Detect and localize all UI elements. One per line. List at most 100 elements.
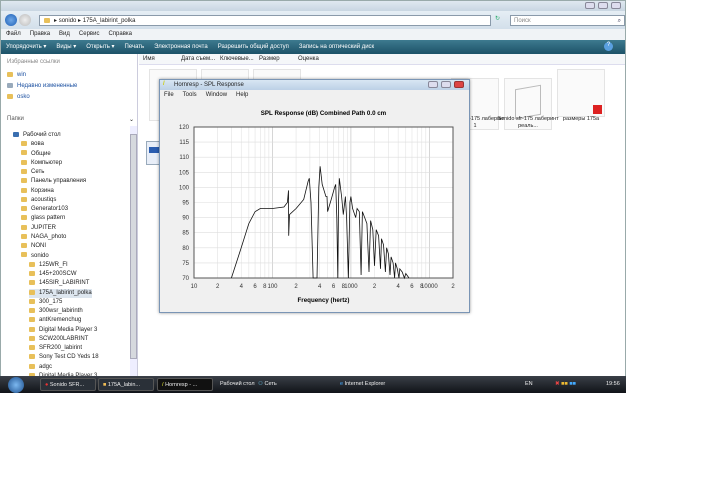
folders-header[interactable]: Папки bbox=[7, 116, 24, 122]
folder-icon bbox=[29, 317, 35, 323]
tree-item-label: Sony Test CD Yeds 18 bbox=[39, 354, 99, 361]
tree-item[interactable]: NAGA_photo bbox=[21, 233, 66, 242]
breadcrumb-sonido[interactable]: sonido bbox=[59, 18, 77, 24]
menu-edit[interactable]: Правка bbox=[30, 31, 50, 37]
tree-item[interactable]: Корзина bbox=[21, 187, 54, 196]
tree-item[interactable]: adgc bbox=[29, 363, 52, 372]
tree-item[interactable]: 300wsr_labirinth bbox=[29, 307, 83, 316]
col-name[interactable]: Имя bbox=[143, 56, 155, 62]
y-tick-label: 80 bbox=[182, 246, 189, 252]
refresh-icon[interactable]: ↻ bbox=[495, 15, 500, 22]
search-input[interactable]: Поиск ⌕ bbox=[510, 15, 625, 26]
hornresp-title: Hornresp - SPL Response bbox=[174, 82, 244, 88]
file-thumbnail-pdf[interactable] bbox=[557, 69, 605, 117]
back-button[interactable] bbox=[5, 14, 17, 26]
tree-item[interactable]: Digital Media Player 3 bbox=[29, 326, 97, 335]
favorite-recent[interactable]: Недавно измененные bbox=[7, 82, 77, 91]
language-indicator[interactable]: EN bbox=[525, 381, 533, 387]
tree-item[interactable]: acoustiqs bbox=[21, 196, 56, 205]
task-hornresp[interactable]: / Hornresp - ... bbox=[157, 378, 213, 391]
task-folder[interactable]: ■ 175A_labin... bbox=[98, 378, 154, 391]
favorite-osko[interactable]: osko bbox=[7, 93, 30, 102]
quick-ie[interactable]: e Internet Explorer bbox=[340, 381, 385, 387]
tree-item[interactable]: 145+200SCW bbox=[29, 270, 77, 279]
menu-view[interactable]: Вид bbox=[59, 31, 70, 37]
address-input[interactable]: ▸ sonido ▸ 175A_labirint_polka bbox=[39, 15, 491, 26]
quick-desktop[interactable]: Рабочий стол bbox=[220, 381, 255, 387]
menu-bar: Файл Правка Вид Сервис Справка bbox=[1, 29, 625, 40]
tree-item[interactable]: glass pattern bbox=[21, 214, 65, 223]
folder-icon bbox=[21, 169, 27, 174]
start-button[interactable] bbox=[8, 377, 24, 393]
menu-help[interactable]: Help bbox=[236, 92, 248, 98]
x-tick-label: 2 bbox=[294, 284, 298, 290]
clock[interactable]: 19:56 bbox=[606, 381, 620, 387]
tree-item[interactable]: SCW200LABRINT bbox=[29, 335, 88, 344]
views-button[interactable]: Виды ▾ bbox=[56, 44, 76, 50]
menu-file[interactable]: Файл bbox=[6, 31, 21, 37]
quick-network[interactable]: ⚇ Сеть bbox=[258, 381, 277, 387]
col-tags[interactable]: Ключевые... bbox=[220, 56, 254, 62]
share-button[interactable]: Разрешить общий доступ bbox=[218, 44, 289, 50]
tree-item[interactable]: 300_175 bbox=[29, 298, 62, 307]
menu-tools[interactable]: Tools bbox=[183, 92, 197, 98]
tree-item-label: antKremenchug bbox=[39, 317, 82, 324]
tree-scrollbar[interactable] bbox=[130, 126, 137, 376]
tree-item[interactable]: antKremenchug bbox=[29, 316, 81, 325]
tree-item[interactable]: sonido bbox=[21, 252, 49, 261]
y-tick-label: 115 bbox=[179, 140, 189, 146]
menu-file[interactable]: File bbox=[164, 92, 174, 98]
tree-item[interactable]: SFR200_labirint bbox=[29, 344, 82, 353]
close-button[interactable] bbox=[454, 81, 464, 88]
x-tick-label: 6 bbox=[410, 284, 414, 290]
tree-item[interactable]: Панель управления bbox=[21, 177, 86, 186]
folder-icon bbox=[21, 150, 27, 156]
chart-title: SPL Response (dB) Combined Path 0.0 cm bbox=[261, 110, 387, 117]
open-button[interactable]: Открыть ▾ bbox=[86, 44, 114, 50]
tray-icons[interactable]: ✖ ■■ ■■ bbox=[555, 381, 576, 387]
tree-item[interactable]: JUPITER bbox=[21, 224, 56, 233]
maximize-button[interactable] bbox=[441, 81, 451, 88]
close-button[interactable] bbox=[611, 2, 621, 9]
burn-button[interactable]: Запись на оптический диск bbox=[299, 44, 374, 50]
search-placeholder: Поиск bbox=[514, 18, 531, 24]
tree-item[interactable]: 125WR_FI bbox=[29, 261, 68, 270]
breadcrumb-current[interactable]: 175A_labirint_polka bbox=[83, 18, 136, 24]
file-label[interactable]: размеры 175a bbox=[550, 116, 612, 123]
folder-icon bbox=[21, 178, 27, 184]
email-button[interactable]: Электронная почта bbox=[154, 44, 208, 50]
tree-item[interactable]: Generator103 bbox=[21, 205, 68, 214]
tree-item[interactable]: Общие bbox=[21, 150, 51, 159]
tree-item-label: 145+200SCW bbox=[39, 271, 77, 278]
x-tick-label: 2 bbox=[451, 284, 455, 290]
menu-help[interactable]: Справка bbox=[108, 31, 132, 37]
favorite-win[interactable]: win bbox=[7, 71, 26, 80]
forward-button[interactable] bbox=[19, 14, 31, 26]
col-date[interactable]: Дата съем... bbox=[181, 56, 215, 62]
tree-item[interactable]: Рабочий стол bbox=[13, 131, 61, 140]
y-tick-label: 85 bbox=[182, 231, 189, 237]
folder-icon bbox=[13, 131, 19, 137]
tree-item-label: adgc bbox=[39, 363, 53, 370]
col-rating[interactable]: Оценка bbox=[298, 56, 319, 62]
col-size[interactable]: Размер bbox=[259, 56, 280, 62]
folder-icon bbox=[29, 308, 35, 314]
print-button[interactable]: Печать bbox=[125, 44, 145, 50]
tree-item[interactable]: NONI bbox=[21, 242, 46, 251]
help-icon[interactable]: ? bbox=[604, 42, 613, 51]
tree-item[interactable]: 175A_labirint_polka bbox=[29, 288, 92, 298]
tree-item[interactable]: Компьютер bbox=[21, 159, 62, 168]
minimize-button[interactable] bbox=[585, 2, 595, 9]
tree-item-label: Generator103 bbox=[31, 206, 69, 213]
tree-item[interactable]: Сеть bbox=[21, 168, 44, 177]
maximize-button[interactable] bbox=[598, 2, 608, 9]
menu-window[interactable]: Window bbox=[206, 92, 227, 98]
tree-item[interactable]: Sony Test CD Yeds 18 bbox=[29, 353, 99, 362]
task-sonido[interactable]: ● Sonido SFR... bbox=[40, 378, 96, 391]
tree-item[interactable]: вова bbox=[21, 140, 44, 149]
chevron-down-icon[interactable]: ⌄ bbox=[129, 116, 134, 123]
minimize-button[interactable] bbox=[428, 81, 438, 88]
menu-tools[interactable]: Сервис bbox=[79, 31, 100, 37]
organize-button[interactable]: Упорядочить ▾ bbox=[6, 44, 46, 50]
tree-item[interactable]: 145SIR_LABIRINT bbox=[29, 279, 89, 288]
